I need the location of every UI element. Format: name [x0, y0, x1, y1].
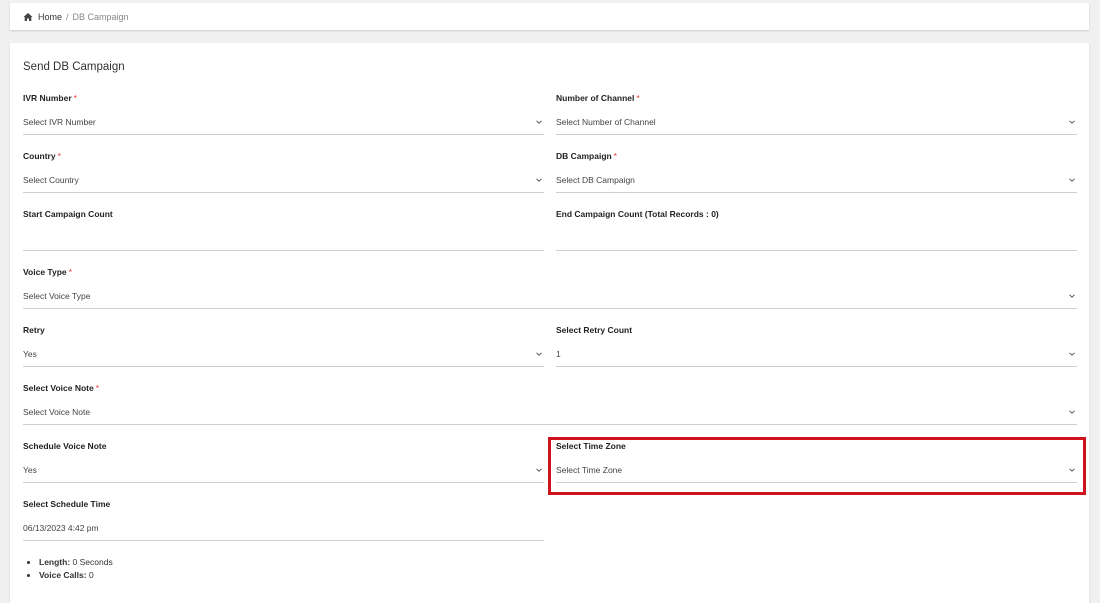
start-campaign-count-label: Start Campaign Count	[23, 209, 113, 219]
retry-select[interactable]: Yes	[23, 341, 544, 367]
chevron-down-icon	[1068, 118, 1076, 126]
breadcrumb-separator: /	[66, 11, 69, 22]
ivr-number-select[interactable]: Select IVR Number	[23, 109, 544, 135]
summary-voice-calls-value: 0	[88, 570, 94, 580]
campaign-summary-list: Length: 0 Seconds Voice Calls: 0	[39, 557, 113, 583]
required-marker: *	[68, 267, 72, 277]
db-campaign-select[interactable]: Select DB Campaign	[556, 167, 1077, 193]
required-marker: *	[636, 93, 640, 103]
schedule-time-value: 06/13/2023 4:42 pm	[23, 522, 99, 533]
retry-label: Retry	[23, 325, 45, 335]
retry-value: Yes	[23, 348, 37, 359]
required-marker: *	[57, 151, 61, 161]
time-zone-highlight	[548, 437, 1086, 495]
schedule-voice-note-select[interactable]: Yes	[23, 457, 544, 483]
required-marker: *	[613, 151, 618, 161]
number-of-channel-label: Number of Channel	[556, 93, 635, 103]
chevron-down-icon	[1068, 176, 1076, 184]
number-of-channel-select[interactable]: Select Number of Channel	[556, 109, 1077, 135]
country-select[interactable]: Select Country	[23, 167, 544, 193]
country-placeholder: Select Country	[23, 174, 79, 185]
voice-note-label: Select Voice Note	[23, 383, 94, 393]
schedule-time-label: Select Schedule Time	[23, 499, 111, 509]
ivr-number-label: IVR Number	[23, 93, 72, 103]
chevron-down-icon	[1068, 350, 1076, 358]
summary-length-key: Length:	[39, 557, 71, 567]
summary-voice-calls-key: Voice Calls:	[39, 570, 87, 580]
breadcrumb-home-link[interactable]: Home	[38, 12, 62, 22]
voice-type-label: Voice Type	[23, 267, 67, 277]
required-marker: *	[73, 93, 77, 103]
breadcrumb-current: DB Campaign	[72, 11, 129, 22]
chevron-down-icon	[535, 350, 543, 358]
start-campaign-count-input[interactable]	[23, 225, 544, 251]
list-item: Voice Calls: 0	[39, 570, 113, 580]
list-item: Length: 0 Seconds	[39, 557, 113, 567]
voice-type-select[interactable]: Select Voice Type	[23, 283, 1077, 309]
campaign-form-card: Send DB Campaign IVR Number * Select IVR …	[10, 43, 1089, 603]
voice-note-placeholder: Select Voice Note	[23, 406, 91, 417]
chevron-down-icon	[1068, 408, 1076, 416]
required-marker: *	[95, 383, 100, 393]
db-campaign-placeholder: Select DB Campaign	[556, 174, 635, 185]
voice-type-placeholder: Select Voice Type	[23, 290, 91, 301]
retry-count-label: Select Retry Count	[556, 325, 633, 335]
ivr-number-placeholder: Select IVR Number	[23, 116, 96, 127]
db-campaign-label: DB Campaign	[556, 151, 612, 161]
retry-count-select[interactable]: 1	[556, 341, 1077, 367]
retry-count-value: 1	[556, 348, 561, 359]
schedule-voice-note-label: Schedule Voice Note	[23, 441, 107, 451]
chevron-down-icon	[535, 118, 543, 126]
country-label: Country	[23, 151, 56, 161]
home-icon[interactable]	[23, 12, 33, 22]
chevron-down-icon	[1068, 292, 1076, 300]
number-of-channel-placeholder: Select Number of Channel	[556, 116, 656, 127]
schedule-voice-note-value: Yes	[23, 464, 37, 475]
end-campaign-count-input[interactable]	[556, 225, 1077, 251]
voice-note-select[interactable]: Select Voice Note	[23, 399, 1077, 425]
summary-length-value: 0 Seconds	[72, 557, 113, 567]
end-campaign-count-label: End Campaign Count (Total Records : 0)	[556, 209, 719, 219]
schedule-time-input[interactable]: 06/13/2023 4:42 pm	[23, 515, 544, 541]
chevron-down-icon	[535, 176, 543, 184]
chevron-down-icon	[535, 466, 543, 474]
breadcrumb: Home / DB Campaign	[10, 3, 1089, 30]
page-title: Send DB Campaign	[23, 61, 125, 73]
